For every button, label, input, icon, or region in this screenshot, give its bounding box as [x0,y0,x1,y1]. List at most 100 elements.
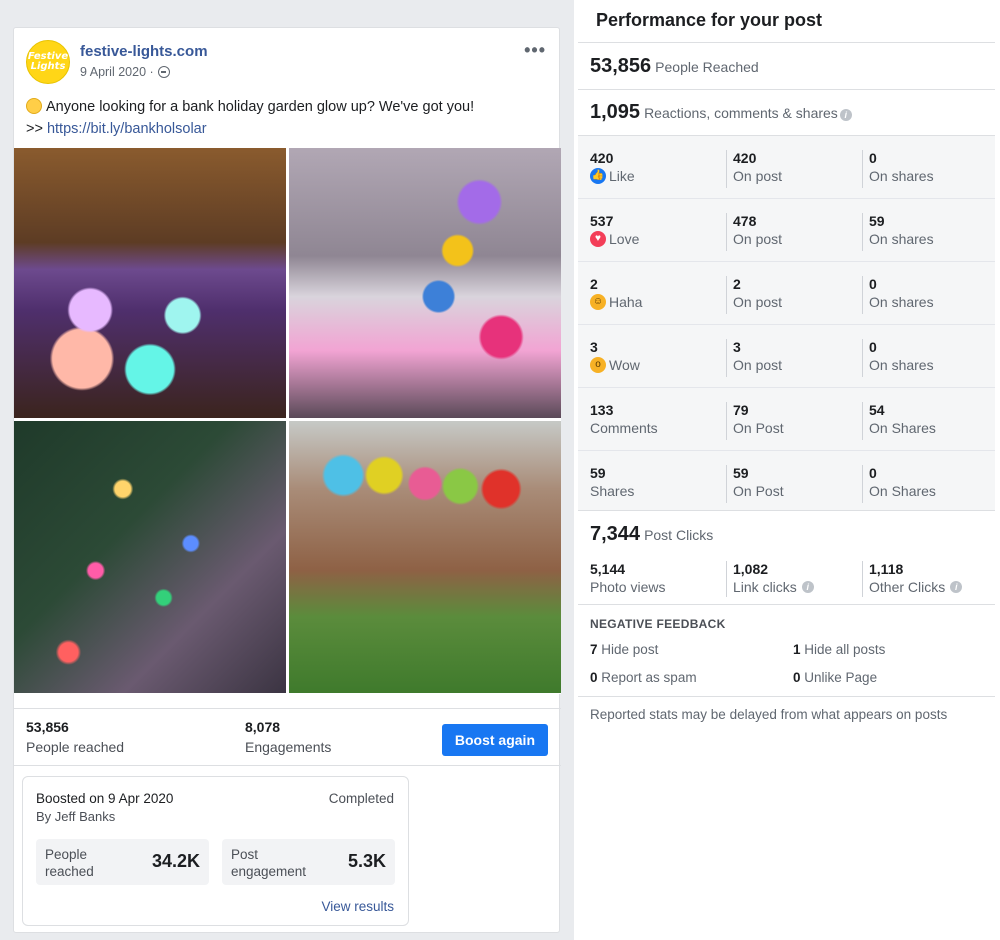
info-icon[interactable]: i [950,581,963,593]
wow-label: Wow [609,357,640,373]
boost-people-reached-label: People reached [45,847,94,879]
hide-post-stat: 7 Hide post [590,642,658,657]
post-clicks-section: 7,344 Post Clicks 5,144 Photo views 1,082 L… [578,511,995,604]
smiling-face-icon [26,98,42,114]
reactions-total-label: Reactions, comments & shares [644,105,838,121]
hide-all-posts-label: Hide all posts [804,642,886,657]
boost-post-engagement-label: Post engagement [231,847,307,879]
comments-on-shares-label: On Shares [869,420,936,436]
people-reached-section: 53,856 People Reached [578,42,995,89]
comments-row: 133 Comments 79 On Post 54 On Shares [578,388,995,451]
engagements-value: 8,078 [245,719,281,735]
reaction-row-love: 537 ♥ Love 478 On post 59 On shares [578,199,995,262]
post-image-stake-lights-lawn[interactable] [289,421,561,693]
photo-views-label: Photo views [590,579,666,595]
love-on-shares-label: On shares [869,231,934,247]
love-on-post: 478 [733,213,757,229]
page-avatar[interactable]: Festive Lights [26,40,70,84]
performance-panel: Performance for your post 53,856 People R… [578,0,995,940]
shares-total: 59 [590,465,606,481]
comments-on-post: 79 [733,402,749,418]
shares-on-shares: 0 [869,465,877,481]
haha-on-post: 2 [733,276,741,292]
link-clicks-label: Link clicks [733,579,797,595]
unlike-page-label: Unlike Page [804,670,878,685]
info-icon[interactable]: i [839,109,852,121]
boost-again-button[interactable]: Boost again [441,724,548,756]
more-options-icon[interactable]: ••• [524,40,546,61]
photo-views-stat: 5,144 Photo views [584,561,665,597]
wow-on-shares-label: On shares [869,357,934,373]
post-meta: 9 April 2020 · [80,65,170,79]
boost-people-reached-value: 34.2K [151,851,200,871]
wow-on-post: 3 [733,339,741,355]
post-card: Festive Lights festive-lights.com 9 Apri… [13,27,561,933]
post-clicks-label: Post Clicks [644,527,714,543]
avatar-text-line2: Lights [30,61,66,72]
boost-summary-card: Boosted on 9 Apr 2020 By Jeff Banks Comp… [22,776,409,926]
link-clicks-value: 1,082 [733,561,769,577]
haha-total: 2 [590,276,598,292]
photo-views-value: 5,144 [590,561,626,577]
shares-on-shares-label: On Shares [869,483,936,499]
haha-on-shares: 0 [869,276,877,292]
shares-on-post-label: On Post [733,483,784,499]
boost-date: Boosted on 9 Apr 2020 [36,791,174,806]
boost-status: Completed [328,791,394,806]
comments-on-post-label: On Post [733,420,784,436]
view-results-link[interactable]: View results [321,899,394,914]
love-on-shares: 59 [869,213,885,229]
page-name-link[interactable]: festive-lights.com [80,43,208,60]
people-reached-total-label: People Reached [655,59,759,75]
reaction-row-haha: 2 ☺ Haha 2 On post 0 On shares [578,262,995,325]
link-prefix: >> [26,121,47,137]
hide-post-label: Hide post [601,642,659,657]
post-link[interactable]: https://bit.ly/bankholsolar [47,121,207,137]
reactions-total-value: 1,095 [590,101,641,123]
post-image-balloon-lights-patio[interactable] [289,148,561,418]
other-clicks-stat: 1,118 Other Clicks i [862,561,963,597]
hide-all-posts-value: 1 [793,642,801,657]
stats-delay-footnote: Reported stats may be delayed from what … [590,707,948,722]
shares-row: 59 Shares 59 On Post 0 On Shares [578,451,995,514]
boost-post-engagement-value: 5.3K [347,851,386,871]
post-image-string-lights-tree[interactable] [14,421,286,693]
boost-post-engagement-box: Post engagement 5.3K [222,839,395,885]
reaction-row-wow: 3 o Wow 3 On post 0 On shares [578,325,995,388]
post-image-glowing-spheres[interactable] [14,148,286,418]
wow-on-post-label: On post [733,357,783,373]
like-on-post: 420 [733,150,757,166]
haha-label: Haha [609,294,643,310]
love-label: Love [609,231,640,247]
post-stats-row: 53,856 People reached 8,078 Engagements … [14,708,561,766]
thumbs-up-icon: 👍 [590,168,606,184]
like-on-shares-label: On shares [869,168,934,184]
post-message: Anyone looking for a bank holiday garden… [46,99,475,115]
comments-on-shares: 54 [869,402,885,418]
heart-icon: ♥ [590,231,606,247]
hide-all-posts-stat: 1 Hide all posts [793,642,885,657]
post-image-grid [14,148,561,694]
reactions-section: 1,095 Reactions, comments & shares i [578,89,995,135]
report-spam-stat: 0 Report as spam [590,670,697,685]
post-text: Anyone looking for a bank holiday garden… [26,96,551,140]
link-clicks-stat: 1,082 Link clicks i [726,561,814,597]
post-date[interactable]: 9 April 2020 · [80,65,154,79]
haha-on-shares-label: On shares [869,294,934,310]
laughing-face-icon: ☺ [590,294,606,310]
reactions-total: 1,095 Reactions, comments & shares i [590,101,852,124]
boost-author: By Jeff Banks [36,809,116,824]
like-on-shares: 0 [869,150,877,166]
info-icon[interactable]: i [801,581,814,593]
wow-on-shares: 0 [869,339,877,355]
people-reached-value: 53,856 [26,719,69,735]
globe-icon [157,66,170,78]
report-spam-label: Report as spam [601,670,697,685]
negative-feedback-section: NEGATIVE FEEDBACK 7 Hide post 1 Hide all… [578,604,995,697]
unlike-page-stat: 0 Unlike Page [793,670,877,685]
comments-total: 133 [590,402,614,418]
people-reached-total: 53,856 People Reached [590,55,759,78]
people-reached-total-value: 53,856 [590,55,652,77]
like-label: Like [609,168,635,184]
love-total: 537 [590,213,614,229]
